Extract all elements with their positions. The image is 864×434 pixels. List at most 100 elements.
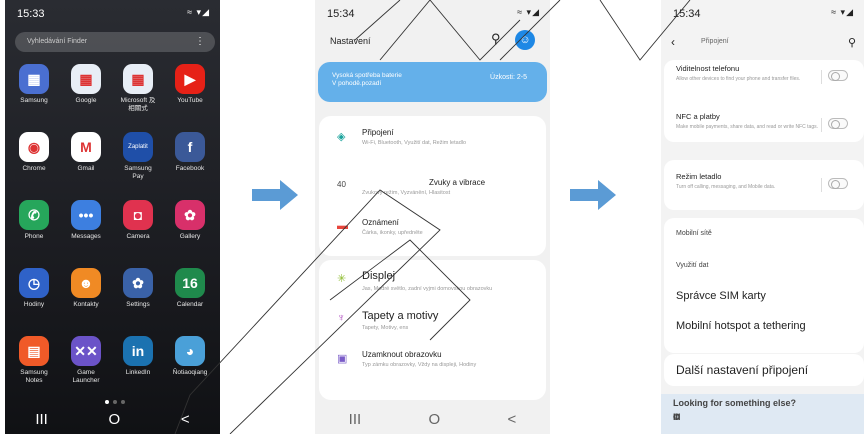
app-label: Settings	[126, 301, 150, 308]
phone-visibility-row[interactable]: Viditelnost telefonu Allow other devices…	[676, 64, 856, 84]
google-folder-icon: ▦	[71, 64, 101, 94]
app-label: LinkedIn	[125, 369, 151, 376]
settings-item-subtitle: Tapety, Motivy, ens	[362, 325, 409, 331]
list-item-more-connection-settings[interactable]: Další nastavení připojení	[676, 363, 808, 377]
app-app[interactable]: ◕ Ñotiaoqiang	[164, 336, 216, 396]
settings-card-bottom: ✳ Displej Jas, Modré světlo, zadní vyjmi…	[319, 260, 546, 400]
samsung-notes-icon: ▤	[19, 336, 49, 366]
battery-suggestion-card[interactable]: Vysoká spotřeba baterie V pohodě.pozadí …	[318, 62, 547, 102]
nfc-toggle[interactable]	[828, 118, 848, 129]
settings-item-notifications[interactable]: ▬ Oznámení Čárka, ikonky, upředněte	[319, 216, 546, 246]
app-youtube[interactable]: ▶ YouTube	[164, 64, 216, 124]
app-samsung-pay[interactable]: Zaplatit Samsung Pay	[112, 132, 164, 192]
app-label: YouTube	[177, 97, 203, 104]
settings-item-wallpaper[interactable]: ♆ Tapety a motivy Tapety, Motivy, ens	[319, 308, 546, 338]
settings-item-subtitle: Jas, Modré světlo, zadní vyjmi domovskou…	[362, 286, 493, 292]
app-label: Microsoft 及 相關式	[120, 97, 156, 112]
settings-item-title: Uzamknout obrazovku	[362, 350, 442, 359]
app-clock[interactable]: ◷ Hodiny	[8, 268, 60, 328]
app-phone[interactable]: ✆ Phone	[8, 200, 60, 260]
gallery-icon: ✿	[175, 200, 205, 230]
app-gmail[interactable]: M Gmail	[60, 132, 112, 192]
settings-item-lock-screen[interactable]: ▣ Uzamknout obrazovku Typ zámku obrazovk…	[319, 348, 546, 388]
app-label: Google	[75, 97, 97, 104]
app-microsoft-folder[interactable]: ▦ Microsoft 及 相關式	[112, 64, 164, 124]
app-messages[interactable]: ••• Messages	[60, 200, 112, 260]
search-icon[interactable]: ⚲	[848, 36, 856, 49]
app-google-folder[interactable]: ▦ Google	[60, 64, 112, 124]
app-calendar[interactable]: 16 Calendar	[164, 268, 216, 328]
recents-button[interactable]: III	[349, 411, 362, 428]
app-samsung-notes[interactable]: ▤ Samsung Notes	[8, 336, 60, 396]
app-label: Ñotiaoqiang	[172, 369, 208, 376]
settings-item-sounds[interactable]: 40 Zvuky a vibrace Zvukový režim, Vyzván…	[319, 176, 546, 206]
more-options-icon[interactable]: ⋮	[195, 36, 205, 47]
app-label: Samsung Pay	[124, 165, 152, 180]
app-settings[interactable]: ✿ Settings	[112, 268, 164, 328]
linkedin-icon: in	[123, 336, 153, 366]
list-item-data-usage[interactable]: Využití dat	[676, 262, 708, 269]
settings-item-title: Tapety a motivy	[362, 310, 439, 322]
home-button[interactable]: O	[109, 411, 121, 428]
nfc-row[interactable]: NFC a platby Make mobile payments, share…	[676, 112, 856, 132]
airplane-mode-row[interactable]: Režim letadlo Turn off calling, messagin…	[676, 172, 856, 192]
right-arrow-icon	[570, 180, 616, 210]
search-icon[interactable]: ⚲	[491, 31, 501, 47]
app-samsung-folder[interactable]: ▦ Samsung	[8, 64, 60, 124]
back-button[interactable]: <	[508, 411, 517, 428]
finder-search-bar[interactable]: Vyhledávání Finder ⋮	[15, 32, 215, 52]
settings-item-subtitle: Zvukový režim, Vyzvánění, Hlasitost	[362, 190, 451, 196]
brush-icon: ♆	[337, 312, 346, 324]
app-chrome[interactable]: ◉ Chrome	[8, 132, 60, 192]
divider	[821, 70, 822, 84]
navigation-bar: III O <	[661, 408, 864, 434]
settings-card-top: ◈ Připojení Wi-Fi, Bluetooth, Využití da…	[319, 116, 546, 256]
brightness-icon: ✳	[337, 273, 347, 285]
toggle-card-top: Viditelnost telefonu Allow other devices…	[664, 60, 864, 142]
status-bar: 15:33 ≈ ▾◢	[5, 0, 220, 22]
app-label: Calendar	[176, 301, 204, 308]
app-label: Hodiny	[23, 301, 45, 308]
signal-icon: ≈ ▾◢	[187, 7, 210, 17]
app-game-launcher[interactable]: ✕✕ Game Launcher	[60, 336, 112, 396]
phone-visibility-toggle[interactable]	[828, 70, 848, 81]
battery-detail: Úzkosti: 2-5	[490, 74, 527, 81]
app-label: Kontakty	[73, 301, 99, 308]
home-button[interactable]: O	[429, 411, 441, 428]
contacts-icon: ☻	[71, 268, 101, 298]
list-item-sim-manager[interactable]: Správce SIM karty	[676, 290, 766, 302]
back-arrow-icon[interactable]: ‹	[671, 35, 675, 49]
app-linkedin[interactable]: in LinkedIn	[112, 336, 164, 396]
list-item-hotspot[interactable]: Mobilní hotspot a tethering	[676, 320, 806, 332]
row-subtitle: Turn off calling, messaging, and Mobile …	[676, 184, 776, 190]
signal-icon: ≈ ▾◢	[517, 7, 540, 17]
app-camera[interactable]: ◘ Camera	[112, 200, 164, 260]
settings-item-display[interactable]: ✳ Displej Jas, Modré světlo, zadní vyjmi…	[319, 268, 546, 298]
samsung-pay-icon: Zaplatit	[123, 132, 153, 162]
phone-app-drawer-screen: 15:33 ≈ ▾◢ Vyhledávání Finder ⋮ ▦ Samsung…	[5, 0, 220, 434]
app-label: Samsung	[20, 97, 48, 104]
phone-connections-screen: 15:34 ≈ ▾◢ ‹ Připojení ⚲ Viditelnost tel…	[661, 0, 864, 434]
back-button[interactable]: <	[181, 411, 190, 428]
settings-item-connections[interactable]: ◈ Připojení Wi-Fi, Bluetooth, Využití da…	[319, 126, 546, 156]
back-button[interactable]: <	[673, 412, 678, 422]
settings-item-title: Připojení	[362, 128, 394, 137]
app-gallery[interactable]: ✿ Gallery	[164, 200, 216, 260]
account-avatar-icon[interactable]: ☺	[515, 30, 535, 50]
status-time: 15:33	[17, 8, 45, 20]
airplane-mode-toggle[interactable]	[828, 178, 848, 189]
app-icon: ◕	[175, 336, 205, 366]
notification-icon: ▬	[337, 220, 348, 232]
settings-item-title: Oznámení	[362, 218, 399, 227]
app-facebook[interactable]: f Facebook	[164, 132, 216, 192]
microsoft-folder-icon: ▦	[123, 64, 153, 94]
toggle-card-airplane: Režim letadlo Turn off calling, messagin…	[664, 160, 864, 210]
header: ‹ Připojení	[671, 35, 729, 49]
status-bar: 15:34 ≈ ▾◢	[661, 0, 864, 22]
navigation-bar: III O <	[315, 404, 550, 434]
app-label: Messages	[71, 233, 101, 240]
status-time: 15:34	[327, 8, 355, 20]
app-contacts[interactable]: ☻ Kontakty	[60, 268, 112, 328]
list-item-mobile-networks[interactable]: Mobilní sítě	[676, 230, 712, 237]
recents-button[interactable]: III	[35, 411, 48, 428]
